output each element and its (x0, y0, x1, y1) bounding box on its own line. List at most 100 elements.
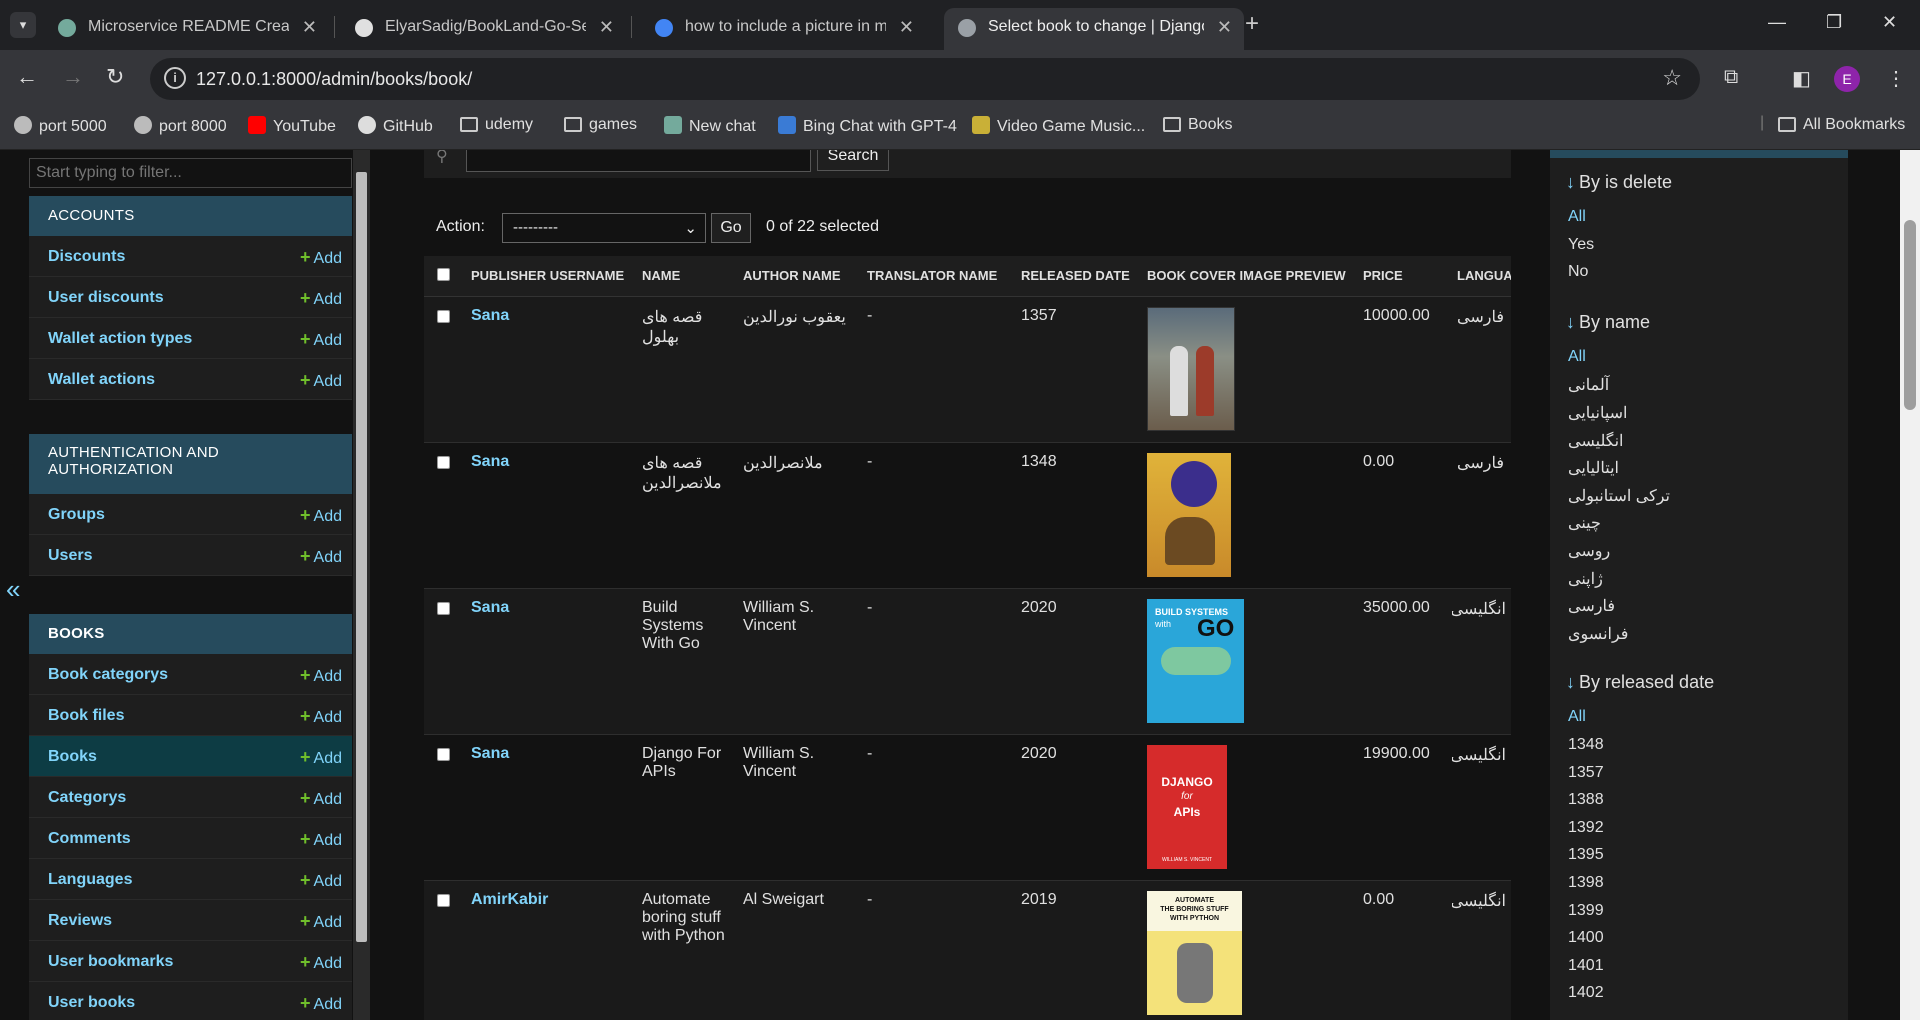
model-link[interactable]: User books (48, 994, 135, 1012)
filter-option[interactable]: فارسی (1568, 596, 1615, 616)
tab-search-button[interactable]: ▾ (10, 12, 36, 38)
publisher-link[interactable]: AmirKabir (466, 880, 637, 1020)
tab-close-icon[interactable]: ✕ (1217, 17, 1232, 38)
model-link[interactable]: User bookmarks (48, 953, 173, 971)
address-bar[interactable]: i 127.0.0.1:8000/admin/books/book/ ☆ (150, 58, 1700, 100)
close-window-icon[interactable]: ✕ (1882, 12, 1897, 33)
filter-option[interactable]: انگلیسی (1568, 431, 1623, 451)
bookmark-star-icon[interactable]: ☆ (1662, 65, 1682, 91)
column-header[interactable]: PUBLISHER USERNAME (466, 256, 637, 297)
toggle-nav-sidebar[interactable]: « (6, 574, 20, 605)
row-checkbox[interactable] (437, 455, 450, 469)
sidebar-scrollbar[interactable] (353, 150, 370, 1020)
module-header[interactable]: AUTHENTICATION AND AUTHORIZATION (29, 434, 352, 494)
model-link[interactable]: Languages (48, 871, 132, 889)
profile-avatar[interactable]: E (1834, 66, 1860, 92)
bookmark-item[interactable]: Bing Chat with GPT-4 (778, 116, 957, 136)
filter-option[interactable]: 1400 (1568, 929, 1604, 947)
bookmark-item[interactable]: udemy (460, 116, 533, 134)
filter-option[interactable]: ایتالیایی (1568, 458, 1619, 478)
browser-tab[interactable]: ElyarSadig/BookLand-Go-Search ✕ (341, 8, 626, 50)
filter-option[interactable]: اسپانیایی (1568, 403, 1628, 423)
model-link[interactable]: Book files (48, 707, 124, 725)
publisher-link[interactable]: Sana (466, 442, 637, 589)
model-link[interactable]: Wallet actions (48, 371, 155, 389)
bookmark-item[interactable]: New chat (664, 116, 756, 136)
minimize-icon[interactable]: — (1768, 12, 1786, 33)
action-select[interactable]: --------- ⌄ (502, 213, 706, 243)
filter-option[interactable]: 1399 (1568, 902, 1604, 920)
bookmark-item[interactable]: games (564, 116, 637, 134)
model-link[interactable]: Reviews (48, 912, 112, 930)
model-link[interactable]: User discounts (48, 289, 164, 307)
browser-tab[interactable]: Select book to change | Django ✕ (944, 8, 1244, 50)
add-link[interactable]: + Add (300, 288, 342, 309)
model-link[interactable]: Comments (48, 830, 131, 848)
extensions-icon[interactable]: ⧉ (1724, 66, 1738, 89)
menu-icon[interactable]: ⋮ (1886, 66, 1906, 91)
column-header[interactable]: BOOK COVER IMAGE PREVIEW (1142, 256, 1358, 297)
bookmark-item[interactable]: YouTube (248, 116, 336, 136)
filter-option[interactable]: ژاپنی (1568, 569, 1603, 589)
filter-option[interactable]: 1348 (1568, 736, 1604, 754)
add-link[interactable]: + Add (300, 370, 342, 391)
add-link[interactable]: + Add (300, 706, 342, 727)
nav-filter-input[interactable] (29, 158, 352, 188)
filter-option[interactable]: آلمانی (1568, 375, 1609, 395)
filter-option[interactable]: All (1568, 208, 1586, 226)
filter-option[interactable]: 1392 (1568, 819, 1604, 837)
module-header[interactable]: ACCOUNTS (29, 196, 352, 236)
new-tab-button[interactable]: + (1245, 10, 1259, 38)
model-link[interactable]: Users (48, 547, 92, 565)
filter-option[interactable]: چینی (1568, 513, 1601, 533)
model-link[interactable]: Book categorys (48, 666, 168, 684)
filter-option[interactable]: 1388 (1568, 791, 1604, 809)
bookmark-item[interactable]: port 5000 (14, 116, 107, 136)
filter-option[interactable]: 1398 (1568, 874, 1604, 892)
bookmark-item[interactable]: Books (1163, 116, 1232, 134)
model-link[interactable]: Groups (48, 506, 105, 524)
filter-option[interactable]: روسی (1568, 541, 1610, 561)
tab-close-icon[interactable]: ✕ (599, 17, 614, 38)
restore-icon[interactable]: ❐ (1826, 12, 1842, 33)
filter-option[interactable]: 1395 (1568, 846, 1604, 864)
row-checkbox[interactable] (437, 601, 450, 615)
browser-tab[interactable]: how to include a picture in mar ✕ (641, 8, 926, 50)
filter-option[interactable]: 1402 (1568, 984, 1604, 1002)
sidebar-scrollbar-thumb[interactable] (356, 172, 367, 942)
row-checkbox[interactable] (437, 893, 450, 907)
side-panel-icon[interactable]: ◧ (1792, 66, 1811, 91)
column-header[interactable]: TRANSLATOR NAME (862, 256, 1016, 297)
add-link[interactable]: + Add (300, 911, 342, 932)
column-header[interactable]: NAME (637, 256, 738, 297)
model-link[interactable]: Wallet action types (48, 330, 192, 348)
url-text[interactable]: 127.0.0.1:8000/admin/books/book/ (196, 69, 472, 90)
filter-option[interactable]: All (1568, 708, 1586, 726)
filter-option[interactable]: 1401 (1568, 957, 1604, 975)
back-icon[interactable]: ← (16, 64, 38, 90)
forward-icon[interactable]: → (62, 64, 84, 90)
model-link[interactable]: Books (48, 748, 97, 766)
search-button[interactable]: Search (817, 150, 889, 171)
row-checkbox[interactable] (437, 747, 450, 761)
add-link[interactable]: + Add (300, 952, 342, 973)
bookmark-item[interactable]: port 8000 (134, 116, 227, 136)
model-link[interactable]: Categorys (48, 789, 126, 807)
add-link[interactable]: + Add (300, 546, 342, 567)
tab-close-icon[interactable]: ✕ (302, 17, 317, 38)
publisher-link[interactable]: Sana (466, 296, 637, 443)
add-link[interactable]: + Add (300, 788, 342, 809)
filter-option[interactable]: ترکی استانبولی (1568, 486, 1670, 506)
bookmark-item[interactable]: GitHub (358, 116, 433, 136)
tab-close-icon[interactable]: ✕ (899, 17, 914, 38)
page-scrollbar-thumb[interactable] (1904, 220, 1916, 410)
select-all-checkbox[interactable] (437, 267, 450, 281)
row-checkbox[interactable] (437, 309, 450, 323)
add-link[interactable]: + Add (300, 829, 342, 850)
all-bookmarks-button[interactable]: All Bookmarks (1778, 116, 1905, 134)
filter-option[interactable]: All (1568, 348, 1586, 366)
add-link[interactable]: + Add (300, 870, 342, 891)
search-input[interactable] (466, 150, 811, 172)
reload-icon[interactable]: ↻ (106, 64, 124, 90)
column-header[interactable]: LANGUAGE (1452, 256, 1511, 297)
